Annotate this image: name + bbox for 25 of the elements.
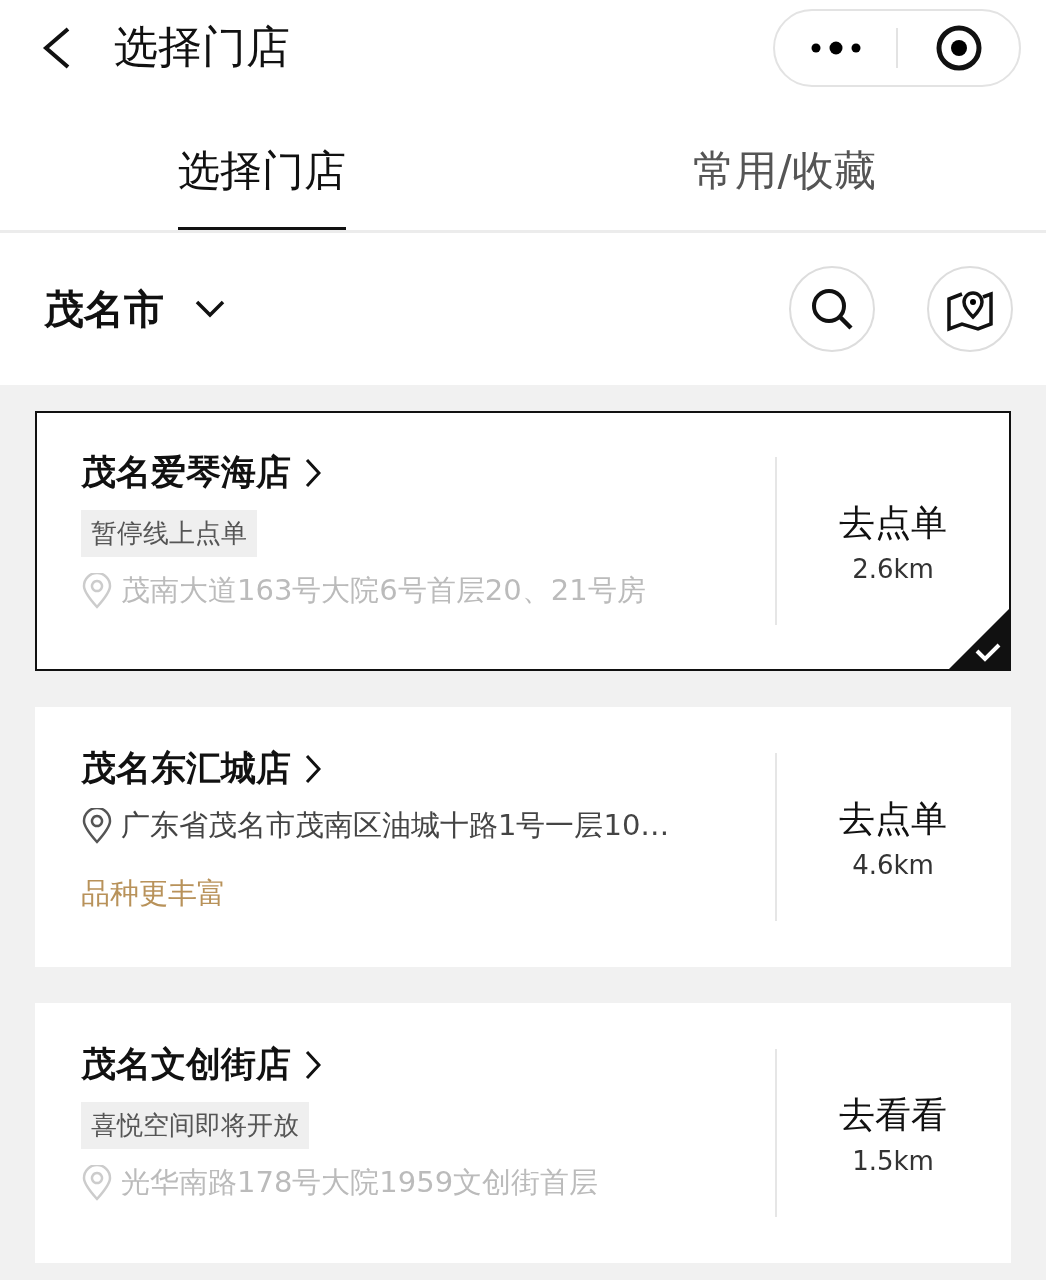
store-distance: 1.5km <box>852 1145 934 1176</box>
chevron-right-icon <box>305 457 321 488</box>
store-address: 茂南大道163号大院6号首层20、21号房 <box>121 572 646 609</box>
tab[interactable]: 选择门店 <box>0 95 523 230</box>
store-distance: 4.6km <box>852 849 934 880</box>
store-distance: 2.6km <box>852 553 934 584</box>
chevron-right-icon <box>305 1049 321 1080</box>
store-highlight: 品种更丰富 <box>81 875 227 912</box>
chevron-right-icon <box>305 753 321 784</box>
status-tag: 喜悦空间即将开放 <box>81 1102 309 1149</box>
chevron-down-icon <box>194 299 226 319</box>
location-pin-icon <box>81 573 113 609</box>
selected-check-icon <box>947 607 1011 671</box>
store-name-link[interactable]: 茂名东汇城店 <box>81 745 321 792</box>
city-selector[interactable]: 茂名市 <box>44 281 226 337</box>
search-icon <box>809 286 855 332</box>
order-button[interactable]: 去点单 <box>839 794 947 844</box>
store-card[interactable]: 茂名东汇城店 广东省茂名市茂南区油城十路1号一层10… 品种更丰富 去点单 4.6km <box>35 707 1011 967</box>
store-address: 广东省茂名市茂南区油城十路1号一层10… <box>121 807 670 844</box>
status-tag: 暂停线上点单 <box>81 510 257 557</box>
location-pin-icon <box>81 1165 113 1201</box>
page-title: 选择门店 <box>114 20 291 74</box>
location-pin-icon <box>81 808 113 844</box>
tab[interactable]: 常用/收藏 <box>523 95 1046 230</box>
store-address: 光华南路178号大院1959文创街首层 <box>121 1164 599 1201</box>
